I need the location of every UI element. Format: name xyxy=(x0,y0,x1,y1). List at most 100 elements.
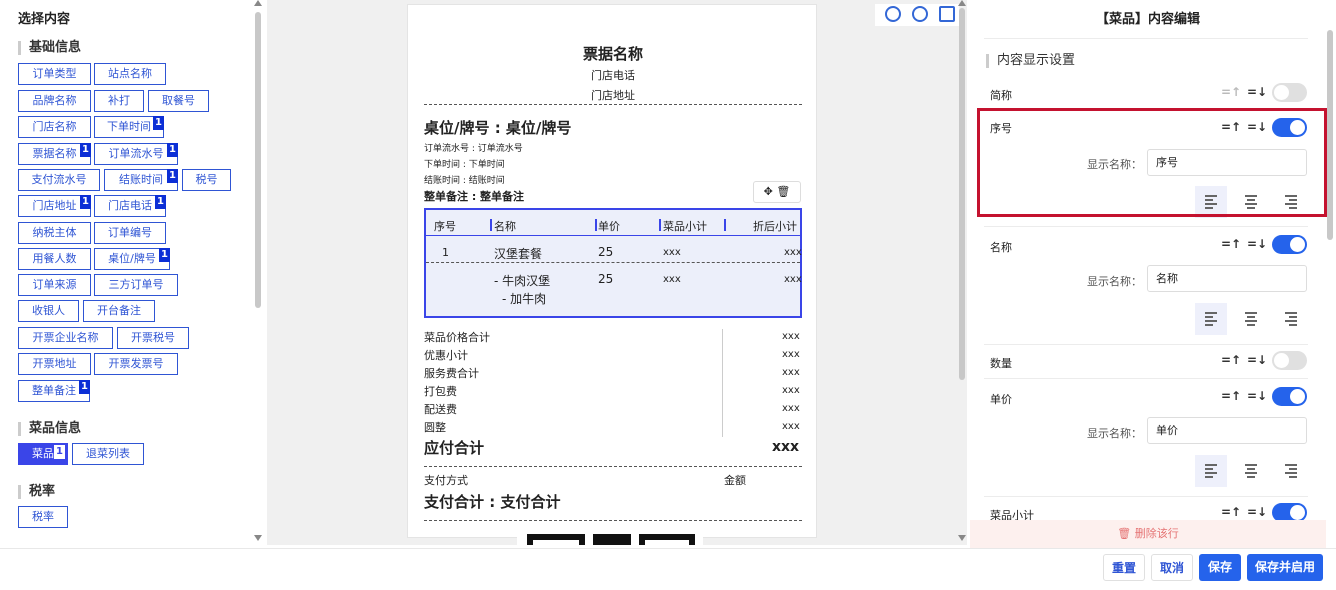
scroll-down-icon[interactable] xyxy=(958,535,966,541)
row1-no: 1 xyxy=(442,246,449,259)
tag-open-remark[interactable]: 开台备注 xyxy=(83,300,155,322)
tag-invoice-number[interactable]: 开票发票号 xyxy=(94,353,178,375)
tag-invoice-company[interactable]: 开票企业名称 xyxy=(18,327,113,349)
move-down-icon[interactable]: =↓ xyxy=(1247,389,1267,403)
divider xyxy=(984,378,1308,379)
tag-pickup-no[interactable]: 取餐号 xyxy=(148,90,209,112)
receipt-phone[interactable]: 门店电话 xyxy=(408,67,816,83)
receipt-title[interactable]: 票据名称 xyxy=(408,43,816,64)
move-down-icon[interactable]: =↓ xyxy=(1247,505,1267,519)
receipt-serial[interactable]: 订单流水号 : 订单流水号 xyxy=(424,141,523,154)
tag-store-phone[interactable]: 门店电话 1 xyxy=(94,195,166,217)
tag-reprint[interactable]: 补打 xyxy=(94,90,144,112)
tag-order-no[interactable]: 订单编号 xyxy=(94,222,166,244)
save-and-enable-button[interactable]: 保存并启用 xyxy=(1247,554,1323,581)
footer-toolbar: 重置 取消 保存 保存并启用 xyxy=(0,548,1336,590)
paid-total[interactable]: 支付合计 : 支付合计 xyxy=(424,491,560,512)
delete-row-button[interactable]: 🗑 删除该行 xyxy=(970,520,1326,548)
left-scrollbar[interactable] xyxy=(255,12,261,308)
trash-icon[interactable]: 🗑 xyxy=(776,185,790,198)
scroll-up-icon[interactable] xyxy=(958,0,966,6)
dish-table[interactable]: 序号 名称 单价 菜品小计 折后小计 1 汉堡套餐 25 xxx xxx - 牛… xyxy=(424,208,802,318)
editor-scrollbar[interactable] xyxy=(1327,30,1333,240)
tag-order-type[interactable]: 订单类型 xyxy=(18,63,91,85)
zoom-out-icon[interactable] xyxy=(885,6,901,22)
row1-subtotal: xxx xyxy=(663,247,681,258)
move-down-icon[interactable]: =↓ xyxy=(1247,353,1267,367)
scroll-down-icon[interactable] xyxy=(254,535,262,541)
tag-table-no[interactable]: 桌位/牌号 1 xyxy=(94,248,170,270)
align-right-icon[interactable] xyxy=(1275,455,1307,487)
receipt-remark[interactable]: 整单备注 : 整单备注 xyxy=(424,188,524,204)
divider xyxy=(984,226,1308,227)
tag-returned-dishes[interactable]: 退菜列表 xyxy=(72,443,144,465)
tag-order-remark[interactable]: 整单备注 1 xyxy=(18,380,90,402)
move-icon[interactable]: ✥ xyxy=(764,185,773,198)
align-center-icon[interactable] xyxy=(1235,455,1267,487)
tag-order-source[interactable]: 订单来源 xyxy=(18,274,91,296)
tag-site-name[interactable]: 站点名称 xyxy=(94,63,166,85)
fit-screen-icon[interactable] xyxy=(939,6,955,22)
tag-invoice-address[interactable]: 开票地址 xyxy=(18,353,91,375)
panel-title: 选择内容 xyxy=(18,12,71,27)
move-up-icon[interactable]: =↑ xyxy=(1221,237,1241,251)
align-left-icon[interactable] xyxy=(1195,455,1227,487)
count-badge: 1 xyxy=(80,143,91,157)
move-up-icon[interactable]: =↑ xyxy=(1221,353,1241,367)
tag-store-name[interactable]: 门店名称 xyxy=(18,116,91,138)
tag-diners[interactable]: 用餐人数 xyxy=(18,248,91,270)
tag-dish[interactable]: 菜品 1 xyxy=(18,443,68,465)
tag-store-address[interactable]: 门店地址 1 xyxy=(18,195,91,217)
receipt-table-no[interactable]: 桌位/牌号 : 桌位/牌号 xyxy=(424,117,571,138)
move-up-icon[interactable]: =↑ xyxy=(1221,85,1241,99)
tag-cashier[interactable]: 收银人 xyxy=(18,300,79,322)
tag-checkout-time[interactable]: 结账时间 1 xyxy=(104,169,178,191)
tag-payment-serial[interactable]: 支付流水号 xyxy=(18,169,100,191)
abbr-toggle[interactable] xyxy=(1272,83,1307,102)
tag-third-party-order[interactable]: 三方订单号 xyxy=(94,274,178,296)
display-settings-heading: 内容显示设置 xyxy=(986,54,1075,68)
divider xyxy=(984,344,1308,345)
name-display-name-input[interactable]: 名称 xyxy=(1147,265,1307,292)
align-right-icon[interactable] xyxy=(1275,303,1307,335)
tag-order-time[interactable]: 下单时间 1 xyxy=(94,116,164,138)
tag-tax-no[interactable]: 税号 xyxy=(182,169,231,191)
align-center-icon[interactable] xyxy=(1235,303,1267,335)
total-label: 配送费 xyxy=(424,403,457,416)
move-down-icon[interactable]: =↓ xyxy=(1247,237,1267,251)
total-label: 菜品价格合计 xyxy=(424,331,490,344)
reset-button[interactable]: 重置 xyxy=(1103,554,1145,581)
count-badge: 1 xyxy=(155,195,166,209)
receipt-checkout-time[interactable]: 结账时间 : 结账时间 xyxy=(424,173,505,186)
save-button[interactable]: 保存 xyxy=(1199,554,1241,581)
move-down-icon[interactable]: =↓ xyxy=(1247,85,1267,99)
receipt-paper: 票据名称 门店电话 门店地址 桌位/牌号 : 桌位/牌号 订单流水号 : 订单流… xyxy=(407,4,817,538)
name-toggle[interactable] xyxy=(1272,235,1307,254)
scroll-up-icon[interactable] xyxy=(254,0,262,6)
preview-scrollbar[interactable] xyxy=(959,8,965,380)
move-up-icon[interactable]: =↑ xyxy=(1221,505,1241,519)
tag-invoice-tax-no[interactable]: 开票税号 xyxy=(117,327,189,349)
amount-label: 金额 xyxy=(724,474,746,487)
tag-tax-rate[interactable]: 税率 xyxy=(18,506,68,528)
align-left-icon[interactable] xyxy=(1195,303,1227,335)
move-up-icon[interactable]: =↑ xyxy=(1221,389,1241,403)
total-value: xxx xyxy=(782,421,800,432)
qty-toggle[interactable] xyxy=(1272,351,1307,370)
col-price: 单价 xyxy=(598,220,620,233)
price-display-name-input[interactable]: 单价 xyxy=(1147,417,1307,444)
tag-receipt-name[interactable]: 票据名称 1 xyxy=(18,143,91,165)
receipt-address[interactable]: 门店地址 xyxy=(408,87,816,103)
app-root: 选择内容 基础信息 订单类型 站点名称 品牌名称 补打 取餐号 门店名称 下单时… xyxy=(0,0,1336,590)
zoom-in-icon[interactable] xyxy=(912,6,928,22)
row2-subtotal: xxx xyxy=(663,274,681,285)
receipt-order-time[interactable]: 下单时间 : 下单时间 xyxy=(424,157,505,170)
price-toggle[interactable] xyxy=(1272,387,1307,406)
cancel-button[interactable]: 取消 xyxy=(1151,554,1193,581)
total-label: 优惠小计 xyxy=(424,349,468,362)
tag-brand-name[interactable]: 品牌名称 xyxy=(18,90,91,112)
total-value: xxx xyxy=(782,349,800,360)
tag-tax-entity[interactable]: 纳税主体 xyxy=(18,222,91,244)
tag-serial-no[interactable]: 订单流水号 1 xyxy=(94,143,178,165)
col-seq: 序号 xyxy=(434,220,456,233)
